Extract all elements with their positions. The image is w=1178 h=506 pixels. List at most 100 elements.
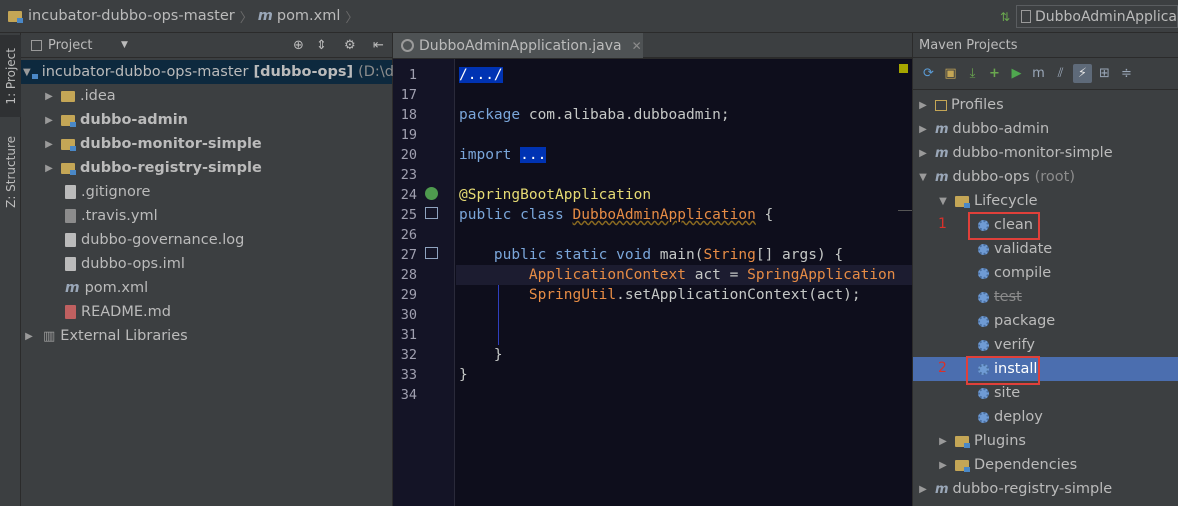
maven-tree-item[interactable]: ▶ m dubbo-monitor-simple <box>913 141 1178 165</box>
skip-tests-icon[interactable]: ⚡ <box>1073 64 1092 83</box>
code-line: @SpringBootApplication <box>459 187 651 203</box>
dependencies-folder-icon <box>955 459 970 472</box>
generate-sources-icon[interactable]: ▣ <box>941 64 960 83</box>
chevron-down-icon[interactable]: ▼ <box>121 40 128 50</box>
code-area[interactable]: 1 17 18 19 20 23 24 25 26 27 28 29 30 31… <box>393 59 912 506</box>
run-gutter-icon[interactable] <box>425 207 438 219</box>
maven-goal[interactable]: package <box>913 309 1178 333</box>
plugins-folder-icon <box>955 435 970 448</box>
keyword: public class <box>459 207 573 223</box>
maven-goal[interactable]: site <box>913 381 1178 405</box>
maven-tree-item[interactable]: ▼ Lifecycle <box>913 189 1178 213</box>
folded-comment[interactable]: /.../ <box>459 67 503 83</box>
chevron-down-icon[interactable]: ▼ <box>23 67 31 78</box>
chevron-right-icon[interactable]: ▶ <box>43 115 55 126</box>
code-editor: DubboAdminApplication.java ✕ 1 17 18 19 … <box>393 33 912 506</box>
maven-tree-item[interactable]: ▶ Profiles <box>913 93 1178 117</box>
chevron-right-icon[interactable]: ▶ <box>917 100 929 111</box>
chevron-right-icon[interactable]: ▶ <box>43 163 55 174</box>
line-number: 32 <box>400 347 417 363</box>
editor-tab[interactable]: DubboAdminApplication.java ✕ <box>393 33 643 58</box>
tree-item[interactable]: dubbo-governance.log <box>21 228 392 252</box>
maven-goal[interactable]: verify <box>913 333 1178 357</box>
run-gutter-icon[interactable] <box>425 247 438 259</box>
add-icon[interactable]: + <box>985 64 1004 83</box>
gear-icon <box>978 387 989 399</box>
maven-goal[interactable]: clean <box>913 213 1178 237</box>
tree-item[interactable]: .travis.yml <box>21 204 392 228</box>
tree-item[interactable]: dubbo-ops.iml <box>21 252 392 276</box>
tree-item-label: idea <box>84 88 116 104</box>
project-panel: Project ▼ ⊕ ⇕ ⚙ ⇤ ▼ incubator-dubbo-ops-… <box>21 33 403 506</box>
line-gutter: 1 17 18 19 20 23 24 25 26 27 28 29 30 31… <box>393 59 455 506</box>
reimport-icon[interactable]: ⟳ <box>919 64 938 83</box>
tree-item[interactable]: ▶ . idea <box>21 84 392 108</box>
module-folder-icon <box>8 10 23 23</box>
maven-tree-item[interactable]: ▶ m dubbo-registry-simple <box>913 477 1178 501</box>
execute-goal-icon[interactable]: m <box>1029 64 1048 83</box>
maven-module-icon: m <box>935 481 949 497</box>
inspection-status-icon[interactable] <box>899 64 908 73</box>
chevron-right-icon[interactable]: ▶ <box>23 331 35 342</box>
run-configuration-selector[interactable]: DubboAdminApplica <box>1016 5 1178 28</box>
maven-goal[interactable]: validate <box>913 237 1178 261</box>
breadcrumb-file[interactable]: pom.xml <box>277 8 341 24</box>
tree-root[interactable]: ▼ incubator-dubbo-ops-master [dubbo-ops]… <box>21 60 403 84</box>
tree-item[interactable]: .gitignore <box>21 180 392 204</box>
right-margin-line <box>898 210 912 211</box>
maven-item-label: dubbo-registry-simple <box>952 481 1113 497</box>
method-name: main( <box>659 247 704 263</box>
hide-panel-icon[interactable]: ⇤ <box>373 38 384 53</box>
maven-goal[interactable]: compile <box>913 261 1178 285</box>
chevron-right-icon[interactable]: ▶ <box>937 436 949 447</box>
maven-item-label: Profiles <box>951 97 1004 113</box>
module-folder-icon <box>61 162 76 175</box>
download-icon[interactable]: ⤓ <box>963 64 982 83</box>
tree-item[interactable]: m pom.xml <box>21 276 392 300</box>
chevron-down-icon[interactable]: ▼ <box>937 196 949 207</box>
root-module: [dubbo-ops] <box>253 64 354 80</box>
collapse-all-icon[interactable]: ≑ <box>1117 64 1136 83</box>
collapse-all-icon[interactable]: ⇕ <box>316 38 327 53</box>
maven-tree-item[interactable]: ▶ Plugins <box>913 429 1178 453</box>
project-view-selector[interactable]: Project <box>48 38 92 53</box>
breadcrumb-project[interactable]: incubator-dubbo-ops-master <box>28 8 235 24</box>
folder-icon <box>61 90 75 102</box>
gear-icon[interactable]: ⚙ <box>344 38 356 53</box>
tree-item[interactable]: ▶ dubbo-admin <box>21 108 392 132</box>
chevron-right-icon[interactable]: ▶ <box>917 484 929 495</box>
chevron-right-icon[interactable]: ▶ <box>937 460 949 471</box>
chevron-right-icon[interactable]: ▶ <box>917 124 929 135</box>
code-line: SpringUtil.setApplicationContext(act); <box>459 287 861 303</box>
toggle-offline-icon[interactable]: ⫽ <box>1051 64 1070 83</box>
line-number: 26 <box>400 227 417 243</box>
type-name: String <box>703 247 756 263</box>
vcs-update-icon[interactable]: ⇅ <box>1000 10 1010 24</box>
chevron-right-icon[interactable]: ▶ <box>43 91 55 102</box>
tree-item[interactable]: README.md <box>21 300 392 324</box>
close-icon[interactable]: ✕ <box>632 39 642 53</box>
maven-goal[interactable]: install <box>913 357 1178 381</box>
maven-goal[interactable]: test <box>913 285 1178 309</box>
run-icon[interactable]: ▶ <box>1007 64 1026 83</box>
structure-tool-tab[interactable]: Z: Structure <box>0 127 21 217</box>
tree-item-external-libraries[interactable]: ▶ ▥ External Libraries <box>21 324 392 348</box>
tree-item-label: dubbo-ops.iml <box>81 256 185 272</box>
maven-goal[interactable]: deploy <box>913 405 1178 429</box>
annotation: @SpringBootApplication <box>459 187 652 203</box>
java-class-icon <box>401 39 414 52</box>
tree-item[interactable]: ▶ dubbo-registry-simple <box>21 156 392 180</box>
maven-tree-item[interactable]: ▶ Dependencies <box>913 453 1178 477</box>
type-name: ApplicationContext <box>528 267 686 283</box>
chevron-right-icon[interactable]: ▶ <box>43 139 55 150</box>
chevron-down-icon[interactable]: ▼ <box>917 172 929 183</box>
maven-tree-item[interactable]: ▼ m dubbo-ops (root) <box>913 165 1178 189</box>
tree-item[interactable]: ▶ dubbo-monitor-simple <box>21 132 392 156</box>
show-dependencies-icon[interactable]: ⊞ <box>1095 64 1114 83</box>
maven-tree-item[interactable]: ▶ m dubbo-admin <box>913 117 1178 141</box>
gear-icon <box>978 291 989 303</box>
locate-icon[interactable]: ⊕ <box>293 38 304 53</box>
chevron-right-icon[interactable]: ▶ <box>917 148 929 159</box>
project-tool-tab[interactable]: 1: Project <box>0 35 21 117</box>
folded-imports[interactable]: ... <box>520 147 547 163</box>
